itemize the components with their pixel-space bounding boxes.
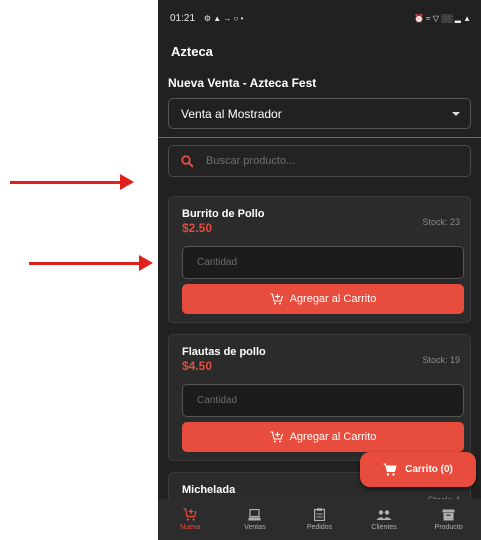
nav-item-nueva[interactable]: Nueva (158, 499, 223, 540)
nav-item-pedidos[interactable]: Pedidos (287, 499, 352, 540)
cart-button-label: Carrito (0) (405, 464, 453, 475)
cart-icon (183, 508, 197, 521)
nav-label: Clientes (371, 523, 397, 531)
quantity-input[interactable]: Cantidad (182, 246, 464, 279)
status-left: 01:21 ⚙ ▲ → ○ • (170, 13, 243, 24)
search-icon (181, 154, 194, 168)
product-name: Burrito de Pollo (182, 208, 265, 220)
quantity-placeholder: Cantidad (197, 395, 238, 406)
phone-screen: 01:21 ⚙ ▲ → ○ • ⏰ ≈ ▽ ░░ ▂ ▲ Azteca Nuev… (158, 0, 481, 540)
product-name: Flautas de pollo (182, 346, 266, 358)
nav-label: Nueva (180, 524, 201, 531)
add-cart-icon (270, 431, 283, 443)
nav-label: Pedidos (306, 524, 333, 531)
status-time: 01:21 (170, 12, 196, 24)
status-bar: 01:21 ⚙ ▲ → ○ • ⏰ ≈ ▽ ░░ ▂ ▲ (158, 0, 481, 36)
search-input[interactable]: Buscar producto... (168, 145, 471, 177)
product-stock: Stock: 19 (422, 355, 460, 365)
add-to-cart-label: Agregar al Carrito (289, 431, 377, 443)
add-cart-icon (270, 293, 283, 305)
divider (158, 137, 481, 138)
app-title: Azteca (171, 43, 213, 59)
search-placeholder: Buscar producto... (206, 155, 296, 167)
product-price: $2.50 (182, 221, 213, 235)
register-icon (248, 508, 261, 520)
people-icon (376, 509, 392, 520)
product-card: Burrito de Pollo $2.50 Stock: 23 Cantida… (168, 196, 471, 323)
add-to-cart-label: Agregar al Carrito (289, 293, 377, 305)
nav-item-clientes[interactable]: Clientes (352, 499, 417, 540)
nav-item-ventas[interactable]: Ventas (223, 499, 288, 540)
nav-label: Ventas (244, 523, 266, 531)
status-system-icons: ⏰ ≈ ▽ ░░ ▂ ▲ (413, 13, 471, 23)
cart-button[interactable]: Carrito (0) (360, 452, 476, 487)
annotation-arrow-quantity (29, 255, 153, 271)
bottom-nav: Nueva Ventas Pedidos Clientes Producto (158, 499, 481, 540)
chevron-down-icon (452, 111, 460, 116)
annotation-arrow-search (10, 174, 134, 190)
sale-mode-value: Venta al Mostrador (181, 106, 282, 121)
product-stock: Stock: 23 (422, 217, 460, 227)
app-bar: Azteca (158, 36, 481, 66)
clipboard-icon (313, 508, 325, 521)
nav-item-productos[interactable]: Producto (416, 499, 481, 540)
add-to-cart-button[interactable]: Agregar al Carrito (182, 284, 464, 314)
product-name: Michelada (182, 484, 236, 496)
archive-icon (442, 509, 455, 520)
quantity-placeholder: Cantidad (197, 257, 238, 268)
quantity-input[interactable]: Cantidad (182, 384, 464, 417)
sale-header: Nueva Venta - Azteca Fest (168, 76, 317, 90)
product-price: $4.50 (182, 359, 213, 373)
add-to-cart-button[interactable]: Agregar al Carrito (182, 422, 464, 452)
status-notification-icons: ⚙ ▲ → ○ • (203, 13, 244, 23)
cart-icon (383, 463, 397, 476)
sale-mode-select[interactable]: Venta al Mostrador (168, 98, 471, 129)
product-card: Flautas de pollo $4.50 Stock: 19 Cantida… (168, 334, 471, 461)
nav-label: Producto (434, 523, 463, 531)
